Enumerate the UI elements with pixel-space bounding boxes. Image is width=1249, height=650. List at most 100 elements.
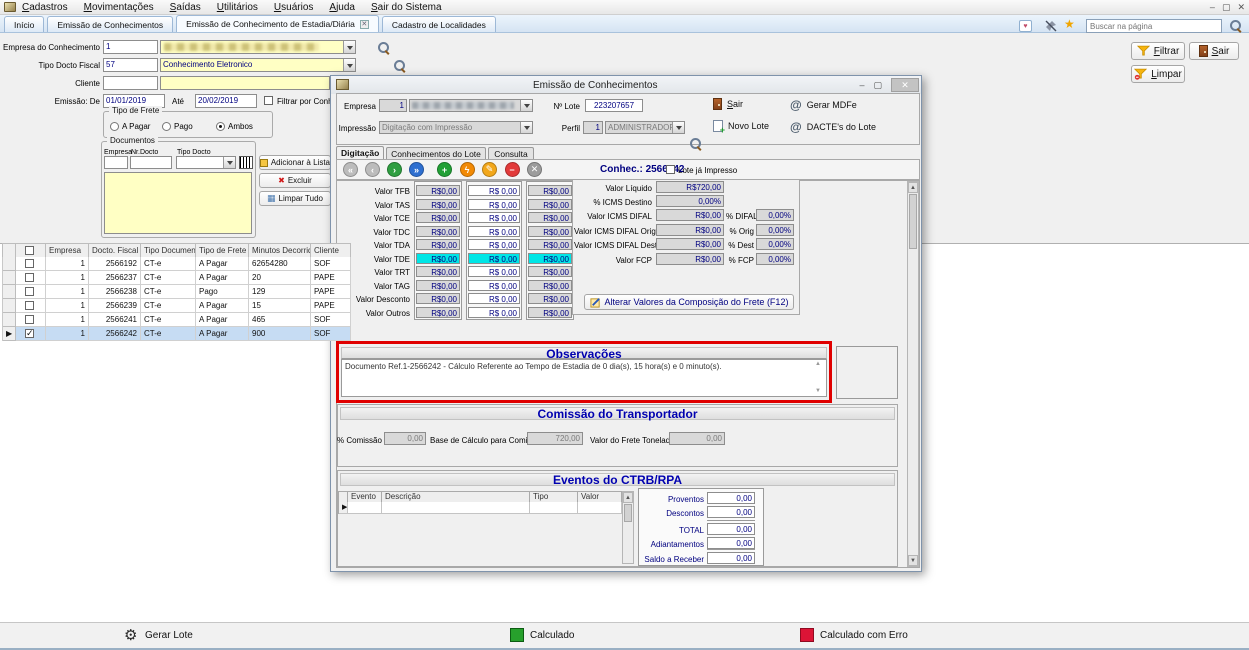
select-all-checkbox[interactable]	[25, 246, 34, 255]
doc-nrdocto-input[interactable]	[130, 156, 172, 169]
row-checkbox-cell[interactable]	[16, 313, 46, 327]
valor-field-valor-outros-2[interactable]: R$ 0,00	[468, 307, 520, 318]
modal-minimize-icon[interactable]: –	[859, 80, 864, 90]
menu-item-ajuda[interactable]: Ajuda	[329, 2, 355, 13]
cell-tipo-de-frete[interactable]: A Pagar	[196, 271, 249, 285]
menu-item-sair-do-sistema[interactable]: Sair do Sistema	[371, 2, 442, 13]
maximize-icon[interactable]: ▢	[1222, 2, 1231, 12]
menu-item-sai-das[interactable]: Saídas	[170, 2, 201, 13]
edit-icon[interactable]: ✎	[482, 162, 497, 177]
tab-cadastro-de-localidades[interactable]: Cadastro de Localidades	[382, 16, 496, 32]
valor-field-valor-tas-3[interactable]: R$0,00	[528, 199, 572, 210]
valor-field-valor-tda-2[interactable]: R$ 0,00	[468, 239, 520, 250]
doc-tipodocto-combo[interactable]	[176, 156, 236, 169]
valor-field-valor-tde-2[interactable]: R$ 0,00	[468, 253, 520, 264]
cell-cliente[interactable]: SOF	[311, 327, 351, 341]
valor-field-valor-tce-1[interactable]: R$0,00	[416, 212, 460, 223]
chevron-down-icon[interactable]	[223, 157, 235, 168]
cell-cliente[interactable]: SOF	[311, 257, 351, 271]
table-row[interactable]: 12566241CT-eA Pagar465SOF	[2, 313, 351, 327]
valor-field-valor-tde-3[interactable]: R$0,00	[528, 253, 572, 264]
valor-field-valor-tda-1[interactable]: R$0,00	[416, 239, 460, 250]
radio-a-pagar[interactable]	[110, 122, 119, 131]
obs-scroll-up-icon[interactable]: ▲	[815, 361, 821, 367]
sair-button[interactable]: Sair	[1189, 42, 1239, 60]
cell-tipo-documento[interactable]: CT-e	[141, 271, 196, 285]
valor-field-valor-tag-2[interactable]: R$ 0,00	[468, 280, 520, 291]
scroll-down-icon[interactable]: ▼	[908, 555, 918, 566]
valor-field-valor-outros-3[interactable]: R$0,00	[528, 307, 572, 318]
cell-tipo-documento[interactable]: CT-e	[141, 285, 196, 299]
modal-perfil-combo[interactable]: ADMINISTRADOR	[605, 121, 685, 134]
row-checkbox-cell[interactable]	[16, 271, 46, 285]
valor-field-valor-desconto-2[interactable]: R$ 0,00	[468, 293, 520, 304]
cell-docto-fiscal[interactable]: 2566238	[89, 285, 141, 299]
cliente-code-input[interactable]	[103, 76, 158, 90]
tipo-docto-lookup-icon[interactable]	[393, 59, 406, 72]
cell-minutos-decorridos[interactable]: 465	[249, 313, 311, 327]
cell-tipo-documento[interactable]: CT-e	[141, 299, 196, 313]
cell-cliente[interactable]: SOF	[311, 313, 351, 327]
cell-minutos-decorridos[interactable]: 20	[249, 271, 311, 285]
eventos-empty-cell[interactable]	[382, 502, 530, 514]
cell-empresa[interactable]: 1	[46, 271, 89, 285]
eventos-scrollbar[interactable]: ▲	[622, 491, 634, 564]
nav-last-icon[interactable]: »	[409, 162, 424, 177]
tab-emissa-o-de-conhecimentos[interactable]: Emissão de Conhecimentos	[47, 16, 173, 32]
valor-field-valor-trt-1[interactable]: R$0,00	[416, 266, 460, 277]
novo-lote-button[interactable]: Novo Lote	[713, 120, 769, 132]
cell-minutos-decorridos[interactable]: 129	[249, 285, 311, 299]
content-scrollbar[interactable]: ▲ ▼	[907, 181, 919, 567]
scroll-up-icon[interactable]: ▲	[908, 182, 918, 193]
row-checkbox[interactable]	[25, 329, 34, 338]
delete-icon[interactable]: −	[505, 162, 520, 177]
eventos-empty-cell[interactable]	[530, 502, 578, 514]
valor-field-valor-desconto-3[interactable]: R$0,00	[528, 293, 572, 304]
valor-field-valor-tce-2[interactable]: R$ 0,00	[468, 212, 520, 223]
doc-list-box[interactable]	[104, 172, 252, 234]
valor-field-valor-tas-1[interactable]: R$0,00	[416, 199, 460, 210]
insert-icon[interactable]: +	[437, 162, 452, 177]
chevron-down-icon[interactable]	[343, 41, 355, 53]
header-checkbox-cell[interactable]	[16, 244, 46, 258]
header-cell-docto-fiscal[interactable]: Docto. Fiscal	[89, 244, 141, 258]
cell-empresa[interactable]: 1	[46, 313, 89, 327]
valor-field-valor-tdc-1[interactable]: R$0,00	[416, 226, 460, 237]
empresa-conhecimento-code[interactable]: 1	[103, 40, 158, 54]
empresa-lookup-icon[interactable]	[377, 41, 390, 54]
post-icon[interactable]: ϟ	[460, 162, 475, 177]
row-checkbox-cell[interactable]	[16, 257, 46, 271]
perfil-lookup-icon[interactable]	[689, 137, 702, 150]
lote-impresso-checkbox[interactable]	[666, 165, 675, 174]
alterar-valores-button[interactable]: Alterar Valores da Composição do Frete (…	[584, 294, 794, 310]
tab-close-icon[interactable]: ✕	[360, 20, 369, 29]
tab-ini-cio[interactable]: Início	[4, 16, 44, 32]
modal-maximize-icon[interactable]: ▢	[873, 80, 882, 90]
menu-item-utilita-rios[interactable]: Utilitários	[217, 2, 258, 13]
dactes-lote-button[interactable]: @ DACTE's do Lote	[790, 120, 876, 134]
cell-docto-fiscal[interactable]: 2566241	[89, 313, 141, 327]
eventos-empty-cell[interactable]	[348, 502, 382, 514]
table-row[interactable]: 12566238CT-ePago129PAPE	[2, 285, 351, 299]
cell-cliente[interactable]: PAPE	[311, 285, 351, 299]
observacoes-textarea[interactable]: Documento Ref.1-2566242 - Cálculo Refere…	[341, 359, 827, 397]
row-checkbox[interactable]	[25, 287, 34, 296]
cell-tipo-de-frete[interactable]: A Pagar	[196, 299, 249, 313]
nav-prior-icon[interactable]: ‹	[365, 162, 380, 177]
valor-field-valor-tdc-2[interactable]: R$ 0,00	[468, 226, 520, 237]
excluir-button[interactable]: ✖ Excluir	[259, 173, 331, 188]
cell-tipo-documento[interactable]: CT-e	[141, 257, 196, 271]
cell-docto-fiscal[interactable]: 2566242	[89, 327, 141, 341]
cell-minutos-decorridos[interactable]: 900	[249, 327, 311, 341]
valor-field-valor-tdc-3[interactable]: R$0,00	[528, 226, 572, 237]
cell-tipo-documento[interactable]: CT-e	[141, 313, 196, 327]
cell-empresa[interactable]: 1	[46, 285, 89, 299]
row-checkbox[interactable]	[25, 259, 34, 268]
header-cell-minutos-decorridos[interactable]: Minutos Decorridos	[249, 244, 311, 258]
cell-empresa[interactable]: 1	[46, 299, 89, 313]
gerar-mdfe-button[interactable]: @ Gerar MDFe	[790, 98, 857, 112]
modal-sair-button[interactable]: Sair	[713, 98, 743, 110]
header-cell-empresa[interactable]: Empresa	[46, 244, 89, 258]
valor-field-valor-tda-3[interactable]: R$0,00	[528, 239, 572, 250]
cell-tipo-documento[interactable]: CT-e	[141, 327, 196, 341]
